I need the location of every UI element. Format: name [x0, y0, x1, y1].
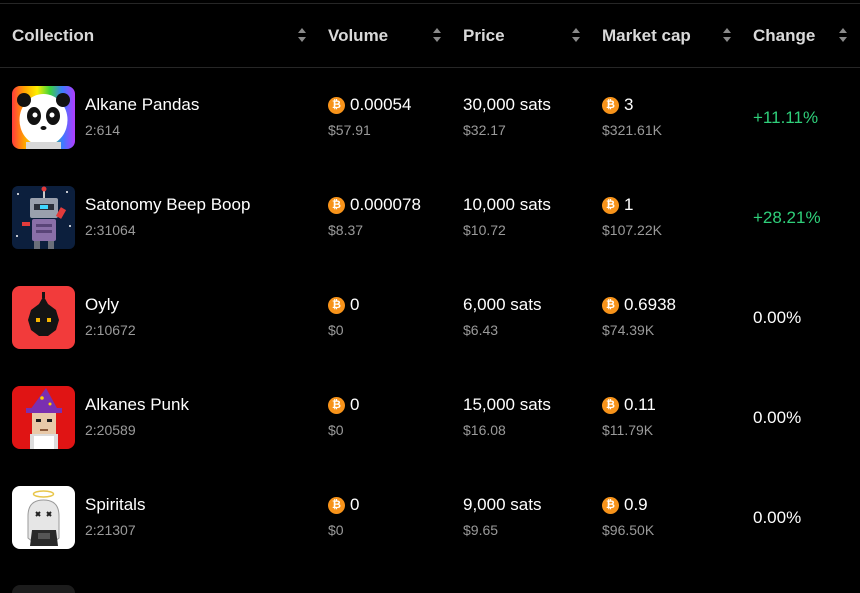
- collection-avatar: [12, 486, 75, 549]
- change-value: 0.00%: [753, 508, 802, 527]
- sort-icon[interactable]: [572, 28, 580, 42]
- sort-icon[interactable]: [433, 28, 441, 42]
- collection-avatar: [12, 585, 75, 593]
- market-cap-btc: 3: [624, 95, 634, 114]
- change-value: 0.00%: [753, 308, 802, 327]
- market-cap-btc: 0.11: [624, 395, 656, 414]
- table-row[interactable]: Oyly 2:10672 ₿ 0 $0 6,000 sats $6.43 ₿ 0…: [0, 286, 860, 386]
- collection-avatar: [12, 386, 75, 449]
- volume-usd: $8.37: [328, 222, 364, 238]
- price-sats: 30,000 sats: [463, 95, 551, 114]
- collection-name[interactable]: Oyly: [85, 295, 119, 315]
- change-value: +11.11%: [753, 108, 819, 127]
- collection-id: 2:20589: [85, 422, 136, 438]
- price-usd: $16.08: [463, 422, 506, 438]
- header-volume-label: Volume: [328, 25, 389, 45]
- volume-btc: 0.00054: [350, 95, 412, 114]
- volume-btc: 0.000078: [350, 195, 421, 214]
- header-volume[interactable]: Volume: [328, 4, 388, 67]
- collection-name[interactable]: Alkanes Punk: [85, 395, 189, 415]
- table-row[interactable]: Alkanes Punk 2:20589 ₿ 0 $0 15,000 sats …: [0, 386, 860, 486]
- change-value: 0.00%: [753, 408, 802, 427]
- volume-btc: 0: [350, 395, 360, 414]
- header-price[interactable]: Price: [463, 4, 505, 67]
- collection-name[interactable]: Spiritals: [85, 495, 145, 515]
- bitcoin-icon: ₿: [602, 397, 619, 414]
- market-cap-btc: 0.9: [624, 495, 648, 514]
- bitcoin-icon: ₿: [328, 97, 345, 114]
- header-collection[interactable]: Collection: [12, 4, 94, 67]
- bitcoin-icon: ₿: [328, 297, 345, 314]
- oil-drop-avatar-icon: [12, 286, 75, 349]
- collection-id: 2:31064: [85, 222, 136, 238]
- header-change-label: Change: [753, 25, 816, 45]
- header-market-cap[interactable]: Market cap: [602, 4, 691, 67]
- bitcoin-icon: ₿: [602, 297, 619, 314]
- sort-icon[interactable]: [298, 28, 306, 42]
- price-usd: $6.43: [463, 322, 499, 338]
- change-value: +28.21%: [753, 208, 821, 227]
- price-usd: $10.72: [463, 222, 506, 238]
- market-cap-btc: 0.6938: [624, 295, 676, 314]
- table-row[interactable]: Spiritals 2:21307 ₿ 0 $0 9,000 sats $9.6…: [0, 486, 860, 586]
- sort-icon[interactable]: [723, 28, 731, 42]
- collection-id: 2:614: [85, 122, 121, 138]
- volume-btc: 0: [350, 295, 360, 314]
- table-header: Collection Volume Price Market cap Chang…: [0, 4, 860, 68]
- collection-id: 2:10672: [85, 322, 136, 338]
- market-cap-usd: $107.22K: [602, 222, 662, 238]
- collections-table: Collection Volume Price Market cap Chang…: [0, 0, 860, 593]
- price-usd: $32.17: [463, 122, 506, 138]
- market-cap-usd: $96.50K: [602, 522, 655, 538]
- collection-avatar: [12, 186, 75, 249]
- sort-icon[interactable]: [839, 28, 847, 42]
- bitcoin-icon: ₿: [328, 497, 345, 514]
- bitcoin-icon: ₿: [602, 497, 619, 514]
- volume-usd: $0: [328, 522, 344, 538]
- volume-usd: $0: [328, 422, 344, 438]
- market-cap-btc: 1: [624, 195, 634, 214]
- price-sats: 15,000 sats: [463, 395, 551, 414]
- bitcoin-icon: ₿: [328, 397, 345, 414]
- collection-avatar: [12, 86, 75, 149]
- table-row[interactable]: Alkane Pandas 2:614 ₿ 0.00054 $57.91 30,…: [0, 86, 860, 186]
- panda-avatar-icon: [12, 86, 75, 149]
- price-sats: 10,000 sats: [463, 195, 551, 214]
- header-price-label: Price: [463, 25, 505, 45]
- price-usd: $9.65: [463, 522, 499, 538]
- collection-id: 2:21307: [85, 522, 136, 538]
- table-row[interactable]: Satonomy Beep Boop 2:31064 ₿ 0.000078 $8…: [0, 186, 860, 286]
- price-sats: 6,000 sats: [463, 295, 542, 314]
- market-cap-usd: $11.79K: [602, 422, 654, 438]
- bitcoin-icon: ₿: [328, 197, 345, 214]
- ghost-avatar-icon: [12, 486, 75, 549]
- collection-avatar: [12, 286, 75, 349]
- collection-name[interactable]: Alkane Pandas: [85, 95, 199, 115]
- volume-usd: $0: [328, 322, 344, 338]
- header-change[interactable]: Change: [753, 4, 815, 67]
- robot-avatar-icon: [12, 186, 75, 249]
- market-cap-usd: $74.39K: [602, 322, 655, 338]
- collection-name[interactable]: Satonomy Beep Boop: [85, 195, 250, 215]
- bitcoin-icon: ₿: [602, 197, 619, 214]
- volume-btc: 0: [350, 495, 360, 514]
- bitcoin-icon: ₿: [602, 97, 619, 114]
- price-sats: 9,000 sats: [463, 495, 542, 514]
- header-collection-label: Collection: [12, 25, 95, 45]
- header-market-cap-label: Market cap: [602, 25, 691, 45]
- wizard-punk-avatar-icon: [12, 386, 75, 449]
- volume-usd: $57.91: [328, 122, 371, 138]
- market-cap-usd: $321.61K: [602, 122, 662, 138]
